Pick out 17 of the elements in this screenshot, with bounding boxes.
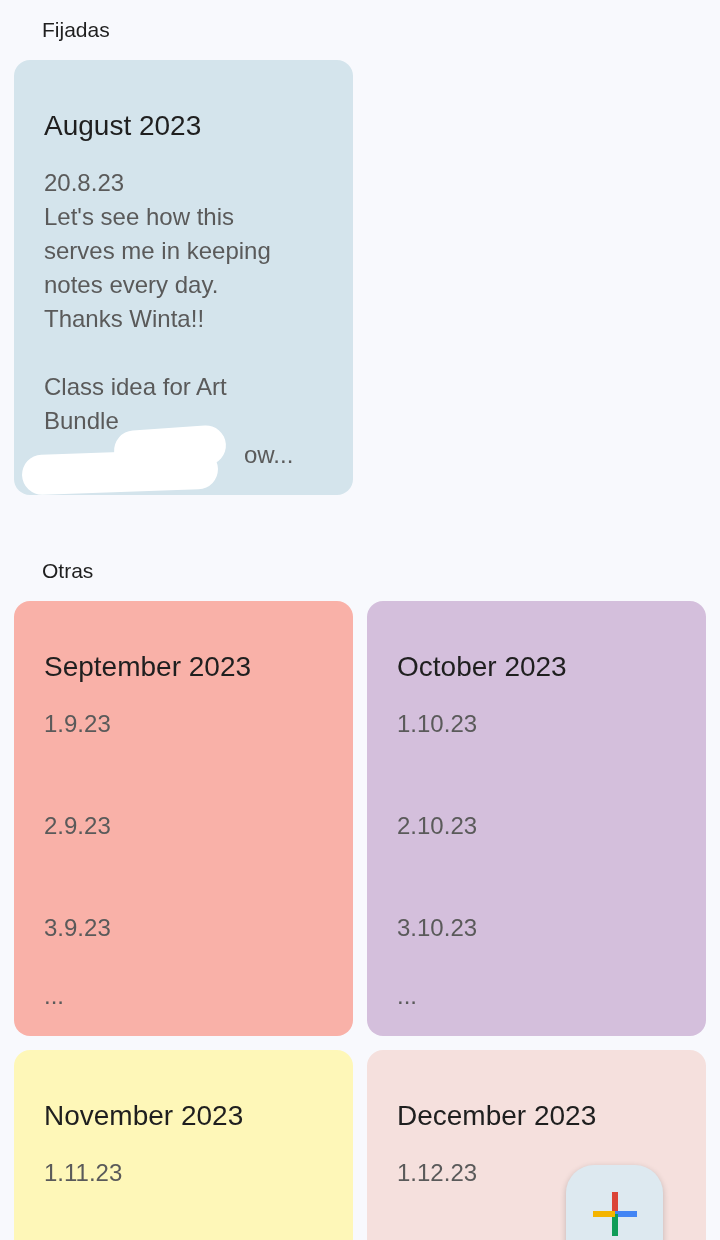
- note-title: December 2023: [397, 1100, 598, 1132]
- note-body: 1.12.23: [397, 1158, 478, 1188]
- note-title: August 2023: [44, 110, 203, 142]
- section-heading: Otras: [41, 558, 95, 584]
- note-card[interactable]: August 2023 20.8.23 Let's see how this serves me in keeping notes every day. Thanks Winta!! Class idea for Art Bundle ow...: [14, 60, 353, 495]
- note-body: 1.11.23: [44, 1158, 123, 1188]
- note-card[interactable]: November 2023 1.11.23: [14, 1050, 353, 1240]
- note-card[interactable]: October 2023 1.10.23 2.10.23 3.10.23 ...: [367, 601, 706, 1036]
- note-body: 1.9.23 2.9.23 3.9.23 ...: [44, 709, 111, 1011]
- note-card[interactable]: September 2023 1.9.23 2.9.23 3.9.23 ...: [14, 601, 353, 1036]
- plus-icon: [592, 1192, 637, 1236]
- section-heading: Fijadas: [41, 17, 111, 43]
- note-body: 1.10.23 2.10.23 3.10.23 ...: [397, 709, 478, 1011]
- note-title: October 2023: [397, 651, 568, 683]
- note-title: November 2023: [44, 1100, 245, 1132]
- note-title: September 2023: [44, 651, 253, 683]
- note-body: ow...: [244, 440, 295, 470]
